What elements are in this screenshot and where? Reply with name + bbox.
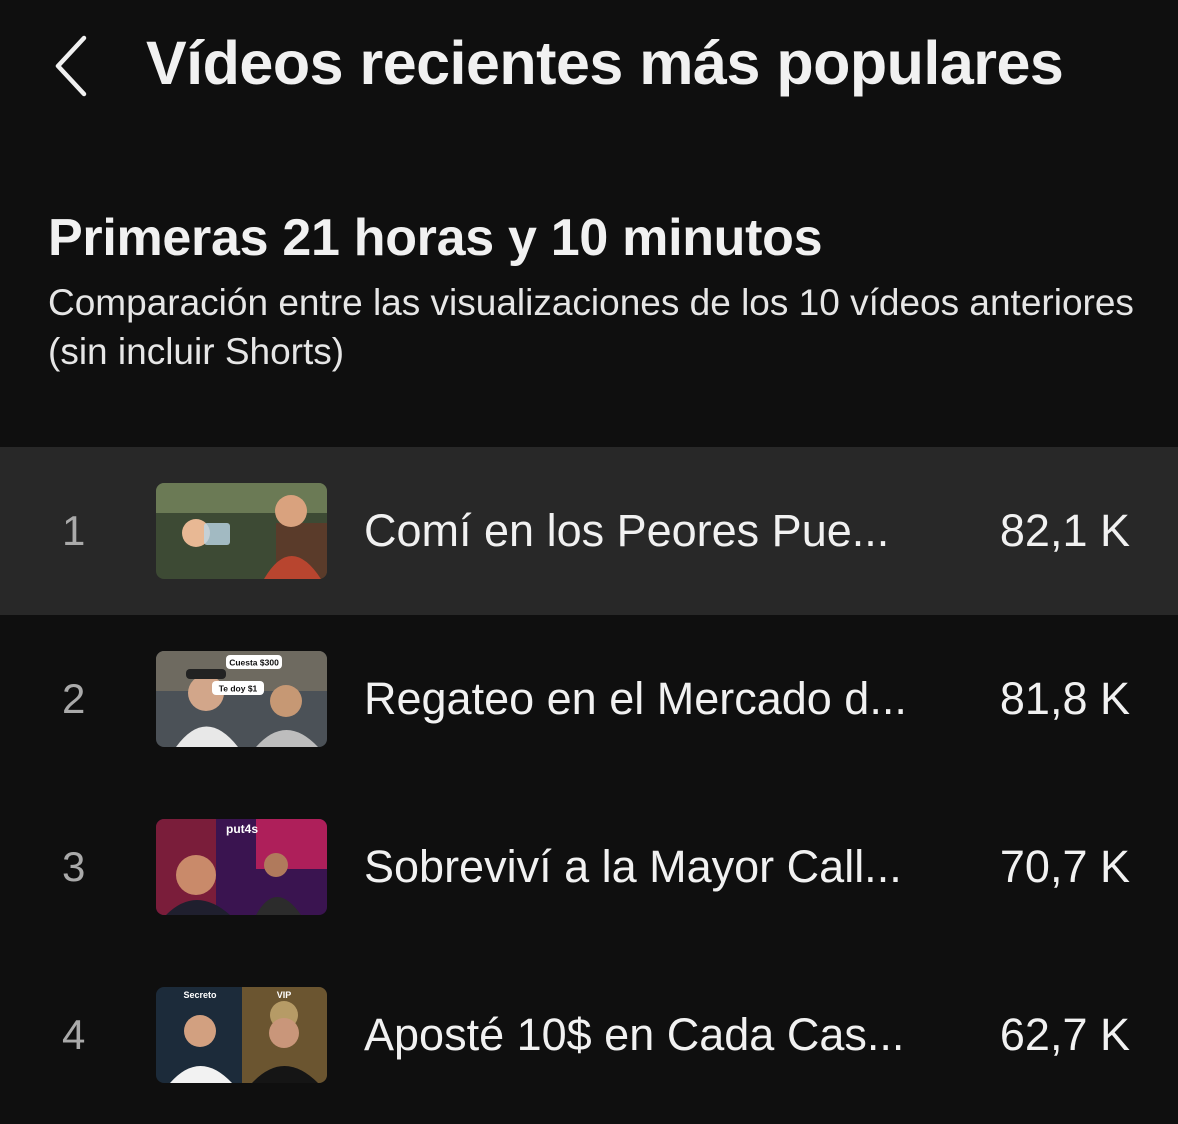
video-views: 70,7 K xyxy=(999,841,1130,892)
back-button[interactable] xyxy=(50,32,94,100)
video-thumbnail[interactable]: Cuesta $300 Te doy $1 xyxy=(156,651,327,747)
top-bar: Vídeos recientes más populares xyxy=(0,0,1178,140)
page-title: Vídeos recientes más populares xyxy=(146,29,1064,97)
thumb-caption: put4s xyxy=(226,822,258,836)
video-thumbnail[interactable]: Secreto VIP xyxy=(156,987,327,1083)
video-rank: 1 xyxy=(62,507,86,554)
video-views: 82,1 K xyxy=(999,505,1130,556)
video-rank: 3 xyxy=(62,843,86,890)
video-row[interactable]: 4 Secreto VIP Aposté 10$ en Cada Cas... … xyxy=(0,951,1178,1119)
section-subtitle: Comparación entre las visualizaciones de… xyxy=(48,282,1134,372)
video-row[interactable]: 1 Comí en los Peores Pue... 82,1 K xyxy=(0,447,1178,615)
video-views: 62,7 K xyxy=(999,1009,1130,1060)
section-heading: Primeras 21 horas y 10 minutos xyxy=(48,209,823,267)
thumb-caption: Cuesta $300 xyxy=(229,658,279,668)
video-list: 1 Comí en los Peores Pue... 82,1 K 2 Cue… xyxy=(0,447,1178,1119)
video-rank: 4 xyxy=(62,1011,86,1058)
video-thumbnail[interactable]: put4s xyxy=(156,819,327,915)
video-thumbnail[interactable] xyxy=(156,483,327,579)
video-views: 81,8 K xyxy=(999,673,1130,724)
thumb-caption: VIP xyxy=(277,990,292,1000)
video-title: Comí en los Peores Pue... xyxy=(364,505,890,556)
video-rank: 2 xyxy=(62,675,86,722)
video-row[interactable]: 3 put4s Sobreviví a la Mayor Call... 70,… xyxy=(0,783,1178,951)
video-title: Aposté 10$ en Cada Cas... xyxy=(364,1009,905,1060)
chevron-left-icon xyxy=(55,35,87,97)
video-title: Sobreviví a la Mayor Call... xyxy=(364,841,902,892)
video-row[interactable]: 2 Cuesta $300 Te doy $1 Regateo en el Me… xyxy=(0,615,1178,783)
thumb-caption: Te doy $1 xyxy=(219,684,258,694)
thumb-caption: Secreto xyxy=(183,990,217,1000)
video-title: Regateo en el Mercado d... xyxy=(364,673,907,724)
